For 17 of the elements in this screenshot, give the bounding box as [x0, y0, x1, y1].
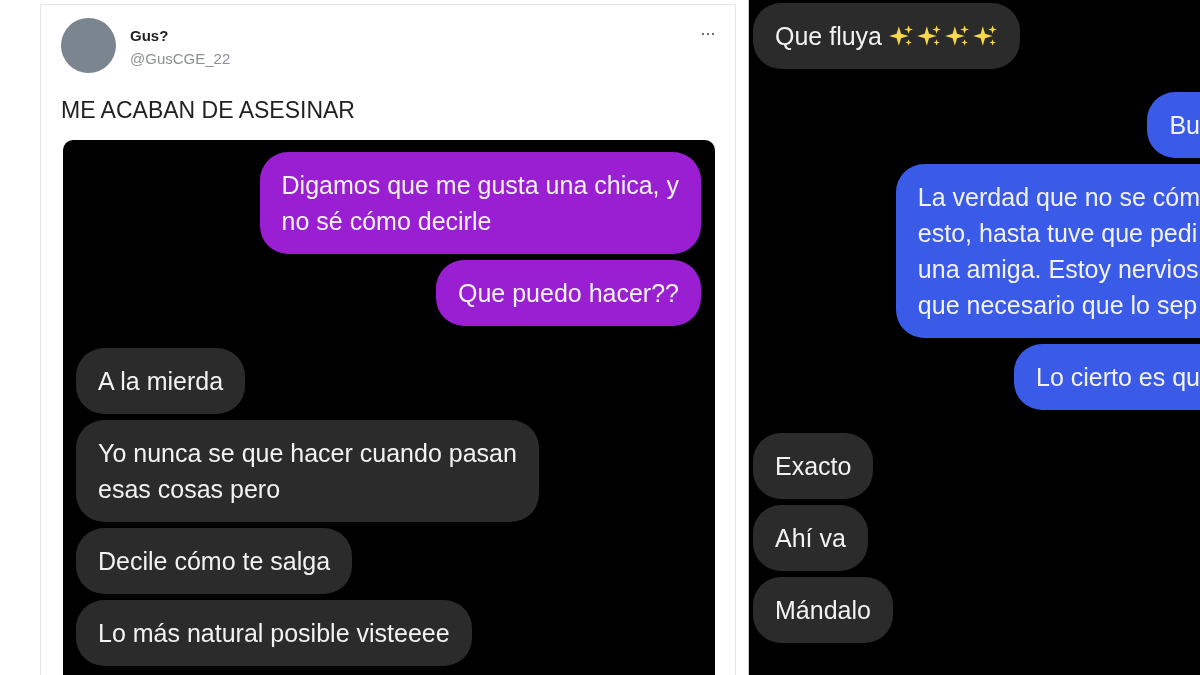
- message-bubble: A la mierda: [76, 348, 246, 414]
- message-bubble: Que puedo hacer??: [436, 260, 701, 326]
- author-name[interactable]: Gus?: [130, 27, 231, 44]
- message-bubble: Bu: [1147, 92, 1200, 158]
- message-text: Que fluya: [775, 21, 882, 52]
- message-bubble: Ahí va: [753, 505, 868, 571]
- more-menu[interactable]: ···: [700, 17, 715, 44]
- message-bubble: Yo nunca se que hacer cuando pasan esas cosas pero: [76, 420, 539, 522]
- message-bubble: La verdad que no se cóm esto, hasta tuve que pedi una amiga. Estoy nervios que necesario que lo sep: [895, 164, 1200, 338]
- message-bubble: Mándalo: [753, 577, 893, 643]
- tweet-text: ME ACABAN DE ASESINAR: [61, 97, 356, 124]
- avatar[interactable]: [61, 18, 116, 73]
- message-bubble: Digamos que me gusta una chica, y no sé cómo decirle: [259, 152, 701, 254]
- message-bubble: Lo más natural posible visteeee: [76, 600, 472, 666]
- message-bubble: Lo cierto es qu: [1014, 344, 1200, 410]
- message-bubble: Decile cómo te salga: [76, 528, 353, 594]
- message-bubble: Exacto: [753, 433, 874, 499]
